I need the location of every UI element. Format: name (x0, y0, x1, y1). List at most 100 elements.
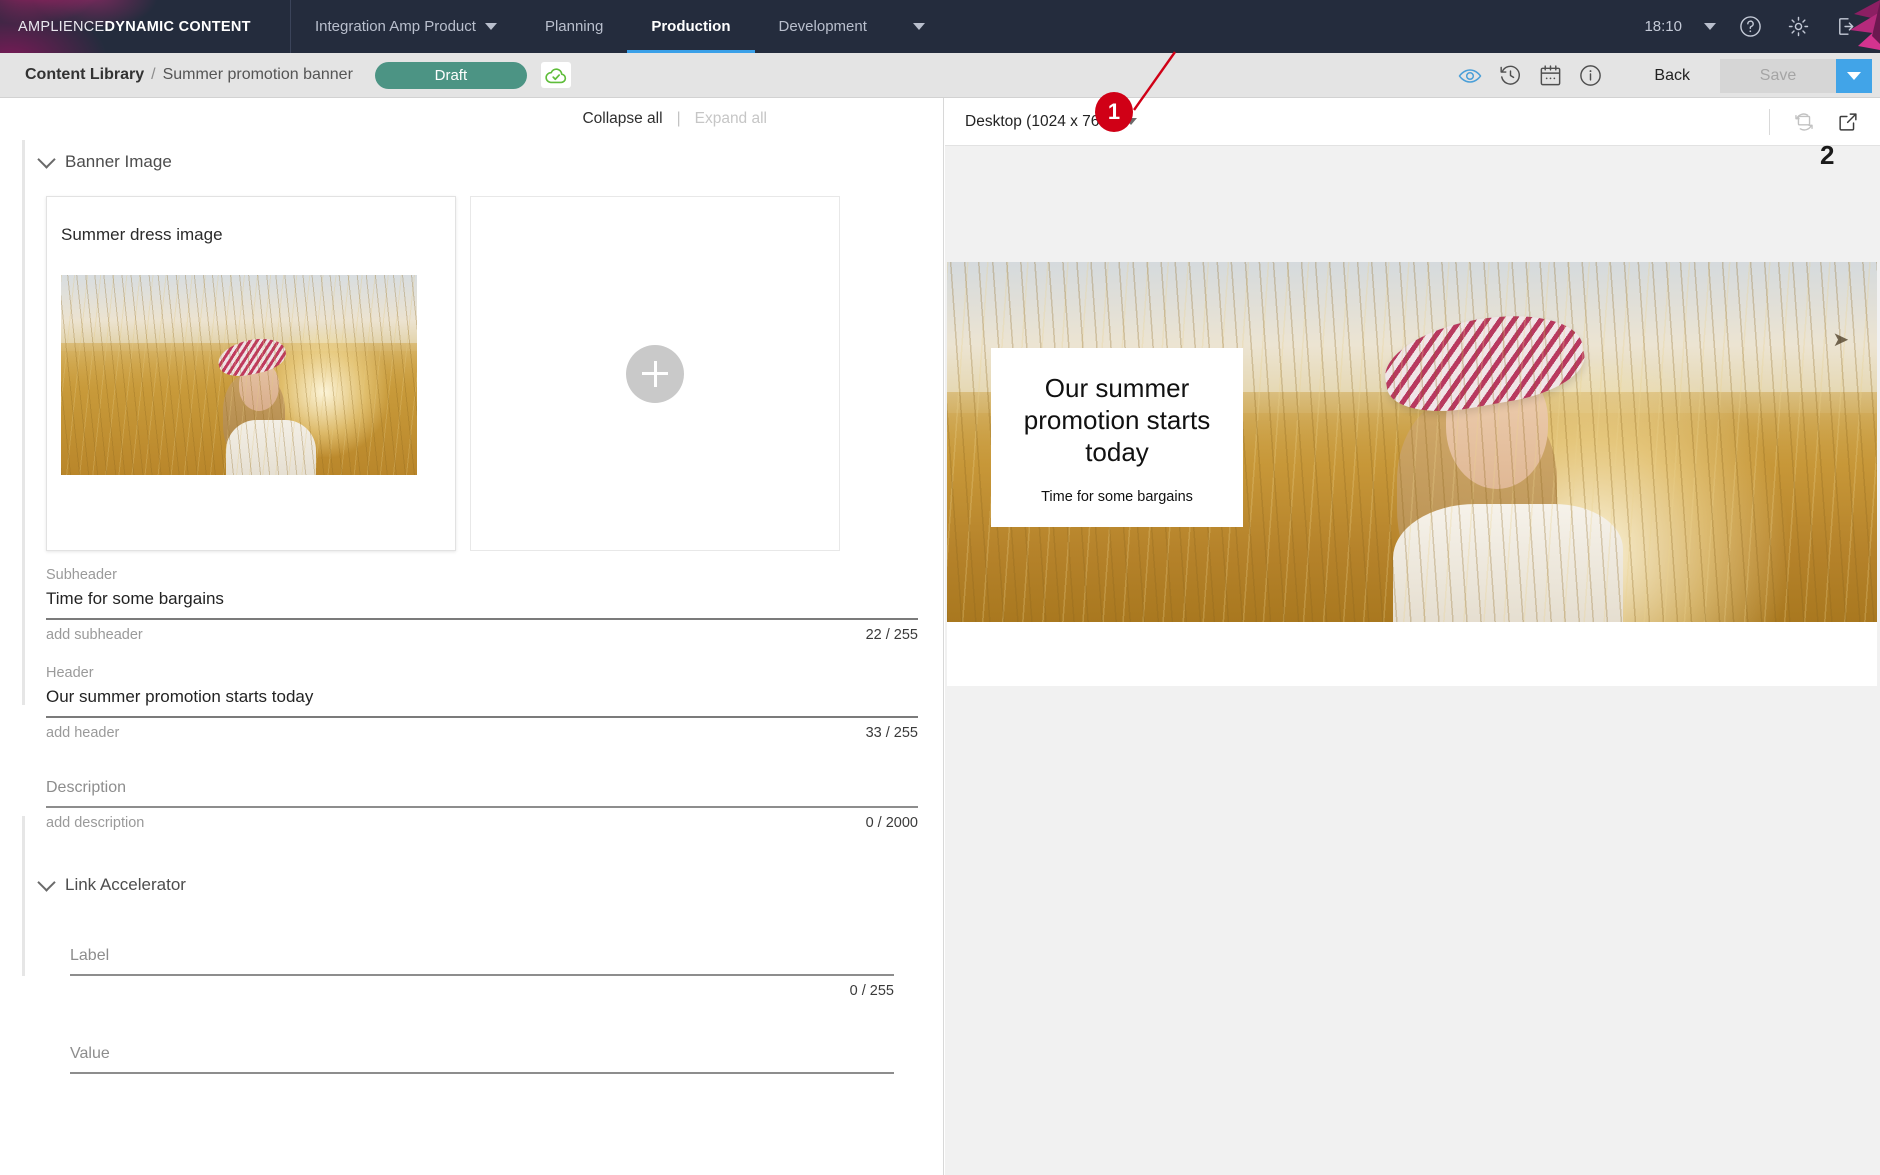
brand-name-bold: DYNAMIC CONTENT (104, 18, 251, 35)
field-label-accelerator: Label 0 / 255 (46, 947, 894, 999)
nav-items: Integration Amp Product Planning Product… (291, 0, 947, 53)
field-label: Header (46, 665, 94, 681)
banner-subline: Time for some bargains (1041, 488, 1193, 505)
image-thumbnail (61, 275, 417, 475)
app-logo[interactable]: AMPLIENCEDYNAMIC CONTENT (0, 19, 290, 35)
field-character-count: 22 / 255 (865, 627, 918, 643)
header-input[interactable]: Our summer promotion starts today (46, 687, 918, 718)
logout-icon[interactable] (1822, 0, 1870, 53)
annotation-marker-1: 1 (1095, 92, 1149, 146)
nav-overflow-button[interactable] (891, 0, 947, 53)
expand-all-button[interactable]: Expand all (695, 110, 767, 128)
chevron-down-icon (37, 150, 56, 169)
field-footer: add header 33 / 255 (46, 718, 918, 741)
device-size-label: Desktop (1024 x 768) (965, 112, 1114, 130)
toolbar-actions: Back Save (1450, 53, 1880, 98)
publish-status-cloud-icon[interactable] (540, 62, 571, 88)
bird-icon: ➤ (1832, 328, 1850, 351)
content-toolbar: Content Library / Summer promotion banne… (0, 53, 1880, 98)
save-button-label: Save (1759, 66, 1797, 84)
section-header-banner-image[interactable]: Banner Image (0, 140, 943, 184)
label-input[interactable]: Label (70, 947, 894, 976)
thumbnail-grass-blades (61, 275, 417, 475)
subheader-input[interactable]: Time for some bargains (46, 589, 918, 620)
help-icon[interactable] (1726, 0, 1774, 53)
content-form-panel: Collapse all | Expand all Banner Image S… (0, 98, 944, 1175)
open-external-icon[interactable] (1828, 98, 1868, 146)
image-card[interactable]: Summer dress image (46, 196, 456, 551)
section-title: Link Accelerator (65, 875, 186, 894)
description-input[interactable]: Description (46, 779, 918, 808)
breadcrumb-current-item: Summer promotion banner (162, 66, 353, 83)
section-title: Banner Image (65, 152, 172, 171)
field-hint: add header (46, 725, 120, 741)
field-character-count: 0 / 2000 (865, 815, 918, 831)
breadcrumb: Content Library / Summer promotion banne… (0, 66, 353, 84)
clock-label: 18:10 (1644, 18, 1682, 35)
nav-item-development[interactable]: Development (755, 0, 891, 53)
field-character-count: 33 / 255 (865, 725, 918, 741)
version-history-icon[interactable] (1490, 53, 1530, 98)
section-rail (22, 140, 25, 705)
back-button[interactable]: Back (1630, 53, 1714, 98)
preview-eye-icon[interactable] (1450, 53, 1490, 98)
toolbar-separator (1769, 109, 1770, 135)
plus-icon (626, 344, 684, 403)
field-character-count: 0 / 255 (849, 983, 894, 999)
field-label: Subheader (46, 567, 117, 583)
preview-canvas: ➤ Our summer promotion starts today Time… (945, 146, 1880, 1175)
top-navigation-bar: AMPLIENCEDYNAMIC CONTENT Integration Amp… (0, 0, 1880, 53)
gear-icon[interactable] (1774, 0, 1822, 53)
save-button: Save (1720, 58, 1836, 93)
schedule-calendar-icon[interactable] (1530, 53, 1570, 98)
banner-hero-image: ➤ Our summer promotion starts today Time… (947, 262, 1877, 622)
clock-dropdown-button[interactable] (1694, 0, 1726, 53)
nav-item-integration-amp-product[interactable]: Integration Amp Product (291, 0, 521, 53)
value-input[interactable]: Value (70, 1045, 894, 1074)
nav-item-production[interactable]: Production (627, 0, 755, 53)
control-separator: | (676, 110, 681, 127)
banner-headline: Our summer promotion starts today (1023, 373, 1211, 468)
annotation-marker-2: 2 (1820, 140, 1835, 170)
image-card-title: Summer dress image (61, 225, 223, 244)
nav-item-label: Development (778, 18, 867, 35)
nav-item-planning[interactable]: Planning (521, 0, 627, 53)
back-button-label: Back (1654, 66, 1690, 84)
field-footer: add description 0 / 2000 (46, 808, 918, 831)
info-icon[interactable] (1570, 53, 1610, 98)
chevron-down-icon (37, 873, 56, 892)
nav-item-label: Production (651, 18, 731, 35)
chevron-down-icon (1704, 23, 1716, 30)
field-header: Header Our summer promotion starts today… (46, 665, 918, 741)
banner-text-card: Our summer promotion starts today Time f… (991, 348, 1243, 527)
breadcrumb-content-library[interactable]: Content Library (25, 66, 144, 84)
collapse-all-button[interactable]: Collapse all (582, 110, 662, 128)
annotation-marker-1-label: 1 (1095, 92, 1133, 132)
preview-toolbar-actions (1759, 98, 1868, 146)
preview-panel: Desktop (1024 x 768) ➤ Our summer promot… (945, 98, 1880, 1175)
collapse-expand-controls: Collapse all | Expand all (0, 98, 943, 140)
status-badge-label: Draft (434, 66, 468, 84)
brand-name-light: AMPLIENCE (18, 18, 105, 35)
save-dropdown-button[interactable] (1836, 58, 1872, 93)
chevron-down-icon (1847, 71, 1861, 80)
text-fields: Subheader Time for some bargains add sub… (0, 551, 943, 831)
topbar-actions: 18:10 (1644, 0, 1880, 53)
status-badge[interactable]: Draft (374, 61, 527, 89)
main-content: Collapse all | Expand all Banner Image S… (0, 98, 1880, 1175)
chevron-down-icon (912, 23, 925, 30)
link-accelerator-fields: Label 0 / 255 Value (0, 947, 943, 1074)
add-image-card[interactable] (470, 196, 840, 551)
section-header-link-accelerator[interactable]: Link Accelerator (0, 863, 943, 907)
field-description: Description add description 0 / 2000 (46, 779, 918, 831)
breadcrumb-separator: / (151, 66, 156, 83)
field-footer: 0 / 255 (70, 976, 894, 999)
rotate-device-icon[interactable] (1784, 98, 1824, 146)
preview-toolbar: Desktop (1024 x 768) (945, 98, 1880, 146)
field-subheader: Subheader Time for some bargains add sub… (46, 567, 918, 643)
preview-frame: ➤ Our summer promotion starts today Time… (947, 262, 1877, 686)
nav-item-label: Integration Amp Product (315, 18, 476, 35)
field-hint: add description (46, 815, 145, 831)
field-footer: add subheader 22 / 255 (46, 620, 918, 643)
field-value-accelerator: Value (46, 1045, 894, 1074)
